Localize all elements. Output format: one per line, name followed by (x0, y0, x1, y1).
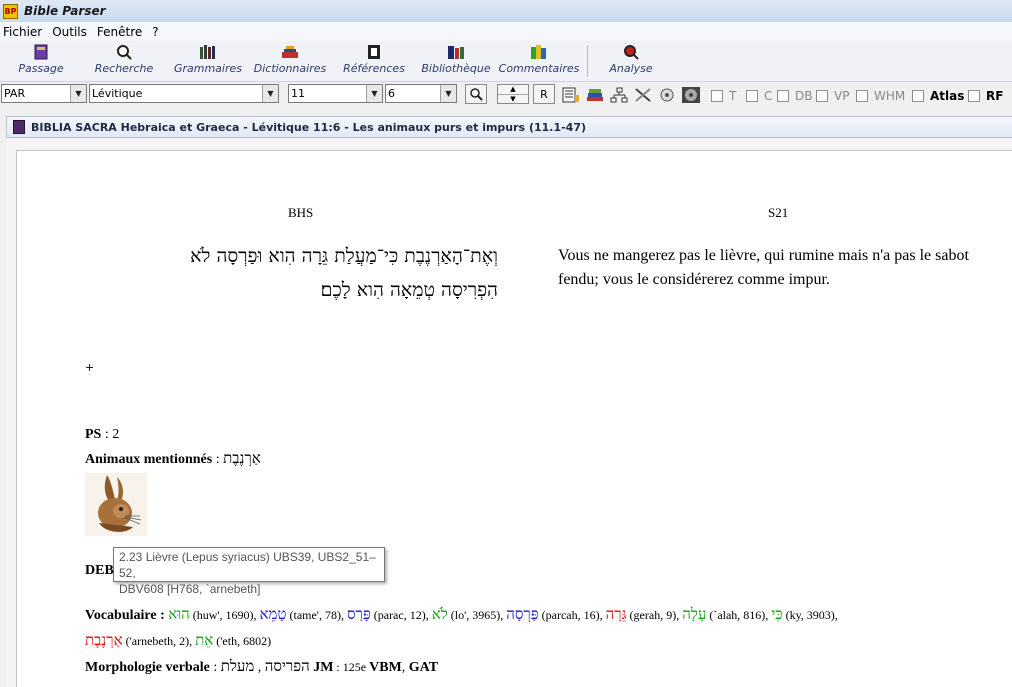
animals-line: Animaux mentionnés : אַרְנֶבֶת (85, 449, 261, 467)
books-stack-icon[interactable] (585, 85, 605, 104)
version-select[interactable]: PAR ▼ (1, 84, 87, 103)
commentaires-button[interactable]: Commentaires (498, 43, 580, 79)
analyse-button[interactable]: Analyse (605, 43, 657, 79)
vocab-item[interactable]: אַרְנֶבֶת ('arnebeth, 2), (85, 631, 195, 649)
vocab-item[interactable]: הוּא (huw', 1690), (168, 605, 259, 623)
library-icon (447, 43, 465, 61)
checkbox-t[interactable]: T (711, 89, 736, 103)
s21-header: S21 (768, 205, 789, 220)
verse-select[interactable]: 6 ▼ (385, 84, 457, 103)
analyse-icon (622, 43, 640, 61)
checkbox-whm[interactable]: WHM (856, 89, 905, 103)
disc-icon[interactable] (681, 85, 701, 104)
audio-icon[interactable] (657, 85, 677, 104)
tree-structure-icon[interactable] (609, 85, 629, 104)
checkbox-db[interactable]: DB (777, 89, 812, 103)
document-window: BHS S21 וְאֶת־הָאַרְנֶבֶת כִּי־מַעֲלַת ג… (6, 138, 1012, 687)
vocabulary-line: Vocabulaire : הוּא (huw', 1690), טָמֵא (… (85, 605, 838, 623)
chapter-select[interactable]: 11 ▼ (288, 84, 383, 103)
vocabulary-section: Vocabulaire : הוּא (huw', 1690), טָמֵא (… (85, 602, 1005, 680)
bibliotheque-button[interactable]: Bibliothèque (418, 43, 494, 79)
checkbox-rf[interactable]: RF (968, 89, 1003, 103)
vocab-item[interactable]: גֵּרָה (gerah, 9), (606, 605, 683, 623)
grammaires-button[interactable]: Grammaires (172, 43, 244, 79)
hare-image[interactable] (85, 473, 147, 536)
checkbox-vp[interactable]: VP (816, 89, 849, 103)
menu-fenetre[interactable]: Fenêtre (97, 25, 142, 39)
deb-line: DEB (85, 563, 114, 578)
chevron-down-icon[interactable]: ▼ (262, 85, 278, 102)
morphology-line: Morphologie verbale : הפריסה , מעלת JM :… (85, 657, 439, 675)
app-titlebar: BP Bible Parser (0, 0, 1012, 22)
book-icon (32, 43, 50, 61)
vocab-item[interactable]: טָמֵא (tame', 78), (260, 605, 347, 623)
document-window-titlebar[interactable]: BIBLIA SACRA Hebraica et Graeca - Léviti… (6, 116, 1012, 138)
dictionary-icon (281, 43, 299, 61)
checkbox-atlas[interactable]: Atlas (912, 89, 964, 103)
r-button[interactable]: R (533, 84, 555, 104)
chevron-down-icon[interactable]: ▼ (70, 85, 86, 102)
verse-spinner[interactable]: ▲ ▼ (497, 84, 529, 104)
vocab-item[interactable]: כִּי (ky, 3903), (771, 605, 837, 623)
tools-icon[interactable] (633, 85, 653, 104)
magnifier-icon (115, 43, 133, 61)
toolbar-separator (587, 45, 588, 77)
dictionnaires-button[interactable]: Dictionnaires (252, 43, 328, 79)
chevron-down-icon[interactable]: ▼ (366, 85, 382, 102)
document-page: BHS S21 וְאֶת־הָאַרְנֶבֶת כִּי־מַעֲלַת ג… (16, 150, 1012, 687)
chevron-down-icon[interactable]: ▼ (440, 85, 456, 102)
spin-down-icon[interactable]: ▼ (498, 95, 528, 104)
spin-up-icon[interactable]: ▲ (498, 85, 528, 95)
vocab-item[interactable]: פַּרְסָה (parcah, 16), (506, 605, 605, 623)
app-title: Bible Parser (24, 4, 106, 18)
menu-help[interactable]: ? (152, 25, 158, 39)
vocabulary-line-2: אַרְנֶבֶת ('arnebeth, 2), אֵת ('eth, 680… (85, 628, 1005, 654)
grammar-books-icon (199, 43, 217, 61)
document-window-title: BIBLIA SACRA Hebraica et Graeca - Léviti… (31, 120, 587, 134)
magnifier-icon (470, 88, 483, 101)
bhs-header: BHS (288, 205, 314, 220)
comments-icon (530, 43, 548, 61)
text-layout-icon[interactable] (561, 85, 581, 104)
vocab-item[interactable]: לֹא (lo', 3965), (432, 605, 507, 623)
document-icon (13, 120, 25, 134)
search-verse-button[interactable] (465, 84, 487, 104)
passage-button[interactable]: Passage (18, 43, 64, 79)
french-verse: Vous ne mangerez pas le lièvre, qui rumi… (558, 247, 969, 288)
menubar: Fichier Outils Fenêtre ? (0, 22, 1012, 41)
main-toolbar: Passage Recherche Grammaires Dictionnair… (0, 41, 1012, 82)
recherche-button[interactable]: Recherche (92, 43, 156, 79)
book-select[interactable]: Lévitique ▼ (89, 84, 279, 103)
passage-selector-bar: PAR ▼ Lévitique ▼ 11 ▼ 6 ▼ ▲ ▼ R T C DB … (0, 82, 1012, 106)
menu-fichier[interactable]: Fichier (3, 25, 42, 39)
expand-marker[interactable]: + (85, 361, 94, 374)
vocab-item[interactable]: אֵת ('eth, 6802) (195, 631, 271, 649)
hare-tooltip: 2.23 Lièvre (Lepus syriacus) UBS39, UBS2… (113, 547, 385, 596)
checkbox-c[interactable]: C (746, 89, 772, 103)
menu-outils[interactable]: Outils (52, 25, 87, 39)
references-button[interactable]: Références (341, 43, 407, 79)
references-icon (365, 43, 383, 61)
vocab-item[interactable]: עָלָה (`alah, 816), (682, 605, 771, 623)
vocab-item[interactable]: פָּרַס (parac, 12), (347, 605, 432, 623)
ps-line: PS : 2 (85, 427, 120, 442)
hebrew-verse: וְאֶת־הָאַרְנֶבֶת כִּי־מַעֲלַת גֵּרָה הִ… (190, 245, 498, 301)
app-icon: BP (3, 3, 18, 19)
